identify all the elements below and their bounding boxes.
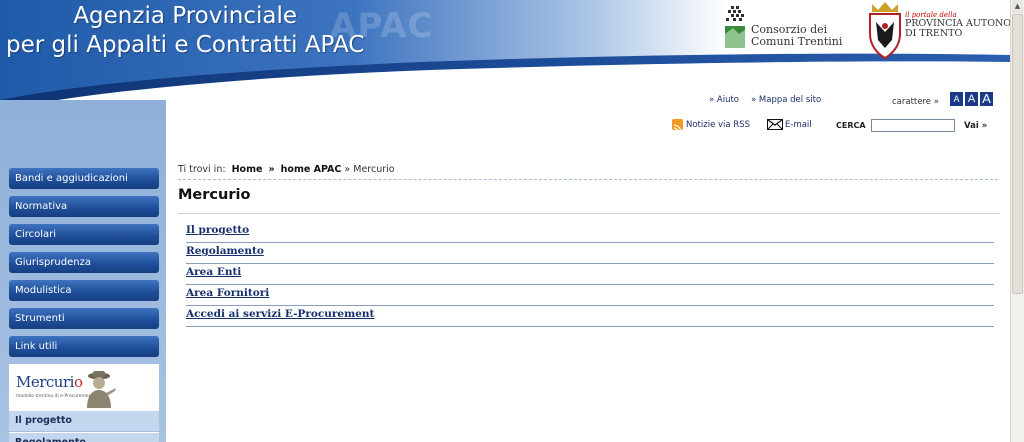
content-link-regolamento[interactable]: Regolamento (186, 243, 994, 264)
mail-icon[interactable] (767, 119, 783, 130)
sidebar-sub-il-progetto[interactable]: Il progetto (9, 411, 159, 431)
font-size-large-button[interactable]: A (980, 92, 993, 106)
mercurio-logo-text: Mercurio (16, 373, 83, 391)
sitemap-link[interactable]: » Mappa del sito (751, 95, 821, 105)
font-size-label: carattere » (892, 97, 939, 107)
email-link[interactable]: E-mail (785, 120, 812, 130)
sidebar-item-normativa[interactable]: Normativa (9, 196, 159, 217)
scroll-up-arrow-icon[interactable]: ▲ (1012, 0, 1023, 13)
header-banner: APAC Agenzia Provinciale per gli Appalti… (0, 0, 1024, 110)
consorzio-mark-icon (725, 6, 745, 48)
content-link-area-enti[interactable]: Area Enti (186, 264, 994, 285)
search-go-button[interactable]: Vai » (964, 121, 987, 131)
breadcrumb-prefix: Ti trovi in: (178, 164, 226, 175)
sidebar-sub-regolamento[interactable]: Regolamento (9, 432, 159, 442)
page: APAC Agenzia Provinciale per gli Appalti… (0, 0, 1024, 442)
consorzio-logo[interactable]: Consorzio dei Comuni Trentini (721, 4, 842, 54)
breadcrumb-current: Mercurio (353, 164, 395, 175)
mercurio-logo-box[interactable]: Mercurio modello trentino di e-Procureme… (9, 364, 159, 411)
consorzio-text: Consorzio dei Comuni Trentini (751, 24, 842, 48)
breadcrumb-separator: » (268, 164, 275, 175)
sidebar-item-circolari[interactable]: Circolari (9, 224, 159, 245)
search-label: CERCA (836, 121, 866, 130)
sidebar-item-link-utili[interactable]: Link utili (9, 336, 159, 357)
provincia-shield-icon (869, 2, 901, 60)
sidebar-item-strumenti[interactable]: Strumenti (9, 308, 159, 329)
provincia-logo[interactable]: il portale della PROVINCIA AUTONOMA DI T… (864, 0, 1024, 62)
breadcrumb: Ti trovi in: Home » home APAC » Mercurio (178, 164, 998, 180)
site-title: Agenzia Provinciale per gli Appalti e Co… (6, 2, 364, 60)
content-link-e-procurement[interactable]: Accedi ai servizi E-Procurement (186, 306, 994, 327)
rss-glyph (673, 124, 682, 133)
vertical-scrollbar[interactable]: ▲ (1010, 0, 1024, 442)
mercurio-figure-icon (87, 371, 116, 408)
breadcrumb-separator: » (344, 164, 351, 175)
title-divider (178, 213, 1000, 214)
provincia-name: PROVINCIA AUTONOMA DI TRENTO (905, 19, 1024, 39)
rss-link[interactable]: Notizie via RSS (686, 120, 750, 130)
content-link-area-fornitori[interactable]: Area Fornitori (186, 285, 994, 306)
site-title-line2: per gli Appalti e Contratti APAC (6, 32, 365, 58)
font-size-small-button[interactable]: A (950, 92, 963, 106)
search-input[interactable] (871, 119, 955, 132)
sidebar-item-modulistica[interactable]: Modulistica (9, 280, 159, 301)
help-link[interactable]: » Aiuto (709, 95, 739, 105)
rss-icon[interactable] (672, 119, 683, 133)
breadcrumb-section[interactable]: home APAC (281, 164, 342, 175)
sidebar: Bandi e aggiudicazioni Normativa Circola… (0, 110, 166, 442)
provincia-line2: DI TRENTO (905, 28, 963, 39)
sidebar-item-bandi[interactable]: Bandi e aggiudicazioni (9, 168, 159, 189)
scroll-thumb[interactable] (1012, 14, 1023, 294)
breadcrumb-home[interactable]: Home (232, 164, 263, 175)
font-size-medium-button[interactable]: A (965, 92, 978, 106)
consorzio-line2: Comuni Trentini (751, 35, 843, 48)
site-title-line1: Agenzia Provinciale (73, 3, 297, 29)
sidebar-item-giurisprudenza[interactable]: Giurisprudenza (9, 252, 159, 273)
content-link-il-progetto[interactable]: Il progetto (186, 222, 994, 243)
page-title: Mercurio (178, 187, 251, 203)
